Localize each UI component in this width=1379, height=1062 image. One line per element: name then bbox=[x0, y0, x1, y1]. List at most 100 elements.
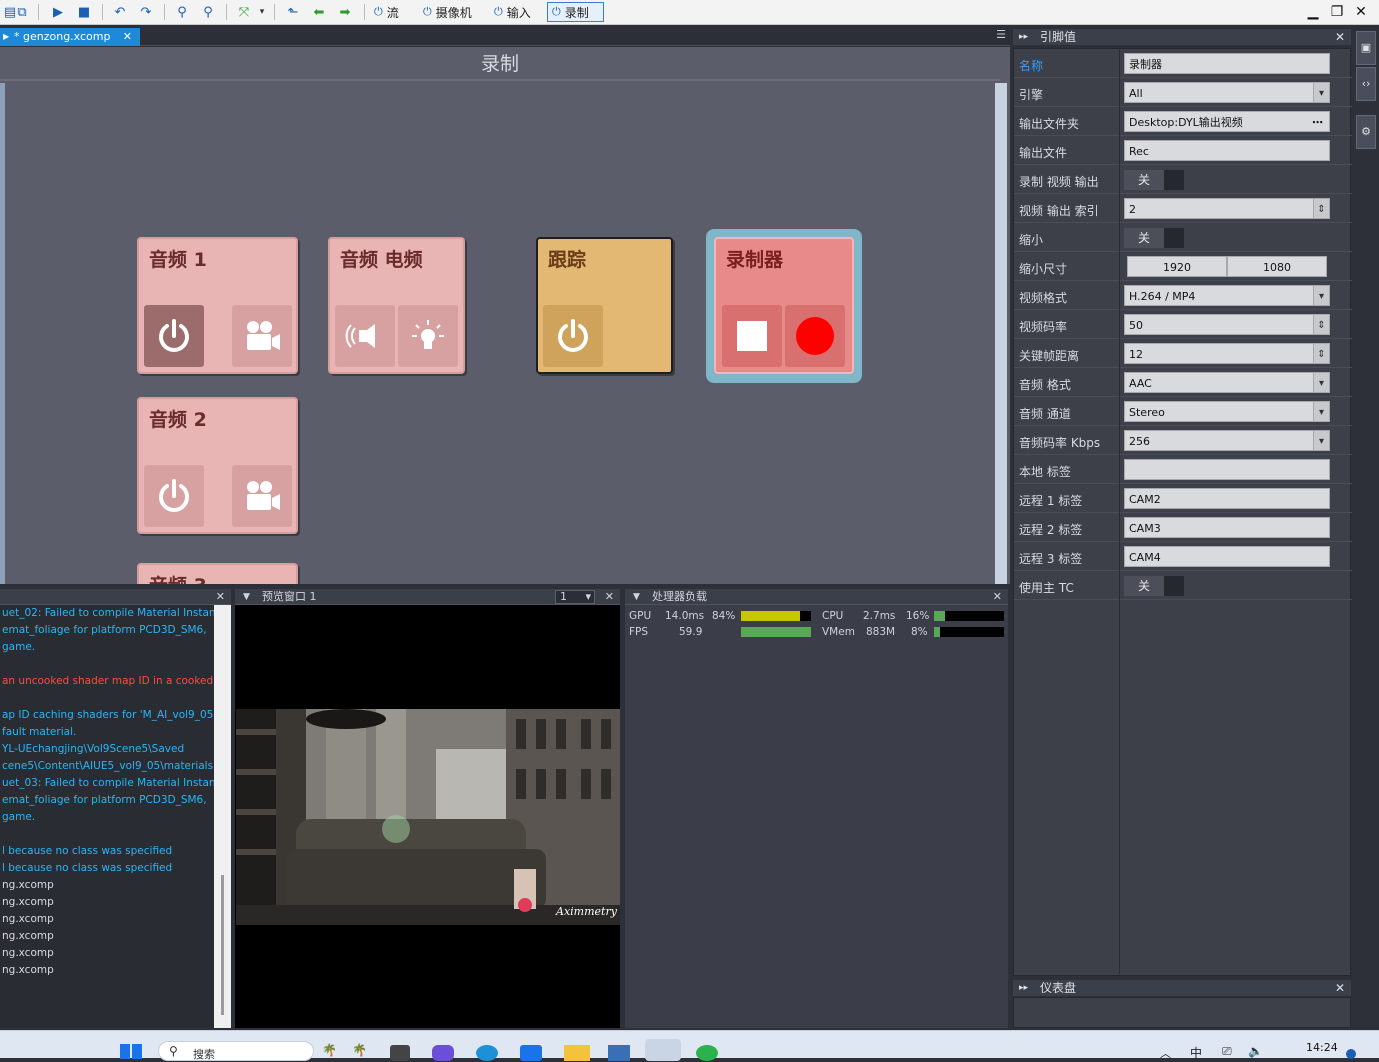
property-row: 视频 输出 索引 2 bbox=[1014, 194, 1352, 223]
height-field[interactable]: 1080 bbox=[1227, 256, 1327, 277]
input-method-icon[interactable]: 中 bbox=[1190, 1044, 1202, 1061]
property-dropdown[interactable]: 256 bbox=[1124, 430, 1330, 451]
stop-icon[interactable]: ■ bbox=[76, 4, 92, 20]
save-all-icon[interactable]: ⧉ bbox=[14, 4, 30, 20]
camera-button[interactable] bbox=[232, 465, 292, 527]
collapse-icon[interactable]: ▸▸ bbox=[1019, 29, 1028, 45]
recorder-card[interactable]: 录制器 bbox=[714, 237, 854, 374]
wechat-icon[interactable] bbox=[696, 1045, 718, 1061]
stop-record-button[interactable] bbox=[722, 305, 782, 367]
document-tab[interactable]: ▶ * genzong.xcomp ✕ bbox=[0, 28, 140, 46]
power-button[interactable] bbox=[144, 465, 204, 527]
preview-window[interactable]: Aximmetry bbox=[235, 605, 620, 1028]
property-stepper[interactable]: 2 bbox=[1124, 198, 1330, 219]
minimize-button[interactable]: ▁ bbox=[1302, 2, 1324, 22]
windows-start-icon[interactable] bbox=[120, 1044, 142, 1059]
property-dropdown[interactable]: H.264 / MP4 bbox=[1124, 285, 1330, 306]
undo-icon[interactable]: ↶ bbox=[112, 4, 128, 20]
audio-1-card[interactable]: 音频 1 bbox=[137, 237, 298, 374]
canvas-scrollbar[interactable] bbox=[995, 83, 1007, 584]
forward-icon[interactable]: ➡ bbox=[337, 4, 353, 20]
property-stepper[interactable]: 12 bbox=[1124, 343, 1330, 364]
network-icon[interactable]: ⎚ bbox=[1222, 1044, 1232, 1059]
close-icon[interactable]: ✕ bbox=[1335, 980, 1345, 996]
back-icon[interactable]: ⬅ bbox=[311, 4, 327, 20]
property-label: 视频码率 bbox=[1019, 320, 1068, 334]
redo-icon[interactable]: ↷ bbox=[138, 4, 154, 20]
maximize-button[interactable]: ❐ bbox=[1326, 2, 1348, 22]
code-icon[interactable]: ‹› bbox=[1356, 67, 1376, 101]
chevron-down-icon[interactable]: ▼ bbox=[633, 589, 640, 605]
preview-selector[interactable]: 1 ▾ bbox=[555, 590, 595, 604]
log-scrollbar[interactable] bbox=[214, 605, 231, 1028]
property-dropdown[interactable]: AAC bbox=[1124, 372, 1330, 393]
property-field[interactable]: Rec bbox=[1124, 140, 1330, 161]
volume-icon[interactable]: 🔈 bbox=[1248, 1044, 1263, 1058]
property-dropdown[interactable]: Stereo bbox=[1124, 401, 1330, 422]
play-icon[interactable]: ▶ bbox=[50, 4, 66, 20]
property-toggle[interactable]: 关 bbox=[1124, 228, 1184, 248]
collapse-icon[interactable]: ▸▸ bbox=[1019, 980, 1028, 996]
cpu-ms: 2.7ms bbox=[863, 610, 896, 622]
folder-icon[interactable] bbox=[564, 1045, 590, 1061]
preview-panel-header: ▼ 预览窗口 1 1 ▾ ✕ bbox=[235, 589, 620, 605]
close-icon[interactable]: ✕ bbox=[123, 28, 132, 46]
audio-level-card[interactable]: 音频 电频 bbox=[328, 237, 465, 374]
chevron-up-icon[interactable]: ︿ bbox=[1160, 1045, 1171, 1061]
close-icon[interactable]: ✕ bbox=[1335, 29, 1345, 45]
property-field[interactable] bbox=[1124, 459, 1330, 480]
clock-time: 14:24 bbox=[1306, 1041, 1338, 1054]
property-dropdown[interactable]: All bbox=[1124, 82, 1330, 103]
property-field[interactable]: CAM2 bbox=[1124, 488, 1330, 509]
palm-icon[interactable]: 🌴 bbox=[352, 1043, 367, 1057]
app-icon[interactable] bbox=[432, 1045, 454, 1061]
browser-icon[interactable] bbox=[476, 1045, 498, 1061]
app-icon[interactable] bbox=[390, 1045, 410, 1061]
property-row: 远程 3 标签 CAM4 bbox=[1014, 542, 1352, 571]
app-icon[interactable] bbox=[608, 1045, 630, 1061]
record-button[interactable] bbox=[785, 305, 845, 367]
close-window-button[interactable]: ✕ bbox=[1350, 2, 1372, 22]
camera-button[interactable] bbox=[232, 305, 292, 367]
zoom-out-icon[interactable]: ⚲ bbox=[200, 4, 216, 20]
chevron-down-icon[interactable]: ▼ bbox=[243, 589, 250, 605]
tab-record[interactable]: ⏻ 录制 bbox=[547, 2, 604, 22]
property-stepper[interactable]: 50 bbox=[1124, 314, 1330, 335]
taskbar-search[interactable]: ⚲ 搜索 bbox=[158, 1041, 314, 1061]
tab-flow[interactable]: ⏻ 流 bbox=[370, 2, 403, 22]
tracking-card[interactable]: 跟踪 bbox=[536, 237, 673, 374]
compound-canvas[interactable]: 录制 音频 1 音频 电频 跟踪 录制器 音频 2 bbox=[0, 47, 1010, 584]
clipboard-icon[interactable]: ▣ bbox=[1356, 31, 1376, 65]
close-icon[interactable]: ✕ bbox=[216, 589, 225, 605]
property-field[interactable]: CAM3 bbox=[1124, 517, 1330, 538]
close-icon[interactable]: ✕ bbox=[993, 589, 1002, 605]
property-toggle[interactable]: 关 bbox=[1124, 170, 1184, 190]
light-button[interactable] bbox=[398, 305, 458, 367]
chevron-down-icon[interactable]: ▾ bbox=[254, 4, 270, 20]
zoom-in-icon[interactable]: ⚲ bbox=[174, 4, 190, 20]
palm-icon[interactable]: 🌴 bbox=[322, 1043, 337, 1057]
gear-icon[interactable]: ⚙ bbox=[1356, 115, 1376, 149]
power-button[interactable] bbox=[144, 305, 204, 367]
card-title: 音频 3 bbox=[149, 571, 207, 584]
property-field[interactable]: 录制器 bbox=[1124, 53, 1330, 74]
close-icon[interactable]: ✕ bbox=[605, 589, 614, 605]
log-panel-header: ✕ bbox=[0, 589, 231, 605]
power-button[interactable] bbox=[543, 305, 603, 367]
audio-2-card[interactable]: 音频 2 bbox=[137, 397, 298, 534]
property-toggle[interactable]: 关 bbox=[1124, 576, 1184, 596]
go-up-icon[interactable]: ⬑ bbox=[285, 4, 301, 20]
speaker-button[interactable] bbox=[335, 305, 395, 367]
property-field[interactable]: CAM4 bbox=[1124, 546, 1330, 567]
menu-icon[interactable]: ☰ bbox=[996, 28, 1006, 41]
audio-3-card[interactable]: 音频 3 bbox=[137, 563, 298, 584]
browse-icon[interactable]: ⋯ bbox=[1312, 112, 1323, 133]
tab-input[interactable]: ⏻ 输入 bbox=[490, 2, 535, 22]
gpu-label: GPU bbox=[629, 610, 652, 622]
folder-path-field[interactable]: Desktop:DYL输出视频 ⋯ bbox=[1124, 111, 1330, 132]
tab-camera[interactable]: ⏻ 摄像机 bbox=[419, 2, 476, 22]
width-field[interactable]: 1920 bbox=[1127, 256, 1227, 277]
app-icon[interactable] bbox=[520, 1045, 542, 1061]
axis-gizmo-icon[interactable]: ⤧ bbox=[236, 4, 252, 20]
